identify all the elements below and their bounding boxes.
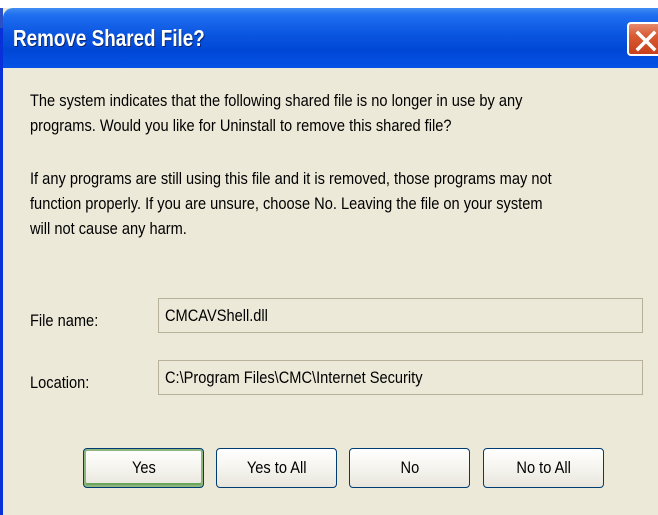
yes-button[interactable]: Yes xyxy=(83,448,204,488)
no-button-label: No xyxy=(400,458,419,477)
location-field: C:\Program Files\CMC\Internet Security xyxy=(158,360,643,395)
no-to-all-button-label: No to All xyxy=(516,458,571,477)
yes-to-all-button-label: Yes to All xyxy=(246,458,307,477)
file-name-label: File name: xyxy=(30,311,99,330)
no-to-all-button[interactable]: No to All xyxy=(483,448,604,488)
file-name-field: CMCAVShell.dll xyxy=(158,298,643,333)
yes-button-label: Yes xyxy=(131,458,156,477)
message-paragraph-1: The system indicates that the following … xyxy=(30,91,523,135)
close-icon xyxy=(635,30,657,52)
dialog-title: Remove Shared File? xyxy=(13,25,205,51)
remove-shared-file-dialog: Remove Shared File? The system indicates… xyxy=(0,8,658,515)
location-label: Location: xyxy=(30,373,90,392)
file-name-value: CMCAVShell.dll xyxy=(165,306,268,325)
no-button[interactable]: No xyxy=(349,448,470,488)
close-button[interactable] xyxy=(627,22,658,56)
message-paragraph-2: If any programs are still using this fil… xyxy=(30,169,552,238)
title-bar[interactable]: Remove Shared File? xyxy=(3,8,658,68)
location-value: C:\Program Files\CMC\Internet Security xyxy=(165,368,423,387)
yes-to-all-button[interactable]: Yes to All xyxy=(216,448,337,488)
